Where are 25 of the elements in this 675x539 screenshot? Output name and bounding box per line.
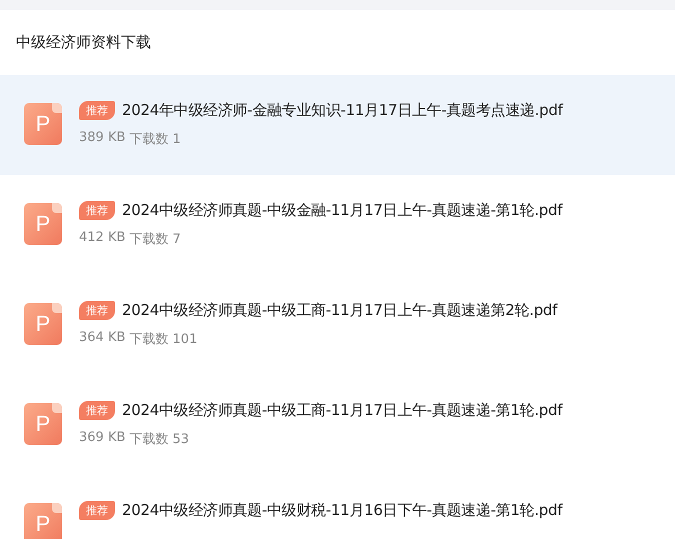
- pdf-file-icon: P: [24, 203, 62, 245]
- download-count: 下载数 7: [129, 231, 181, 248]
- section-title: 中级经济师资料下载: [16, 33, 151, 52]
- file-name[interactable]: 2024年中级经济师-金融专业知识-11月17日上午-真题考点速递.pdf: [122, 100, 563, 120]
- pdf-file-icon: P: [24, 103, 62, 145]
- recommend-tag: 推荐: [79, 100, 115, 120]
- recommend-tag: 推荐: [79, 500, 115, 520]
- pdf-file-icon: P: [24, 303, 62, 345]
- file-name[interactable]: 2024中级经济师真题-中级金融-11月17日上午-真题速递-第1轮.pdf: [122, 200, 562, 220]
- download-count: 下载数 1: [129, 131, 181, 148]
- file-name[interactable]: 2024中级经济师真题-中级工商-11月17日上午-真题速递-第1轮.pdf: [122, 400, 562, 420]
- download-count: 下载数 101: [129, 331, 198, 348]
- pdf-file-icon: P: [24, 503, 62, 539]
- file-size: 364 KB: [79, 330, 126, 347]
- file-name[interactable]: 2024中级经济师真题-中级工商-11月17日上午-真题速递第2轮.pdf: [122, 300, 558, 320]
- file-row[interactable]: P 推荐 2024年中级经济师-金融专业知识-11月17日上午-真题考点速递.pdf 389 KB 下载数 1: [0, 75, 675, 175]
- file-name[interactable]: 2024中级经济师真题-中级财税-11月16日下午-真题速递-第1轮.pdf: [122, 500, 562, 520]
- file-size: 369 KB: [79, 430, 126, 447]
- pdf-file-icon: P: [24, 403, 62, 445]
- recommend-tag: 推荐: [79, 300, 115, 320]
- recommend-tag: 推荐: [79, 400, 115, 420]
- recommend-tag: 推荐: [79, 200, 115, 220]
- file-size: 412 KB: [79, 230, 126, 247]
- file-size: 389 KB: [79, 130, 126, 147]
- download-count: 下载数 53: [129, 431, 190, 448]
